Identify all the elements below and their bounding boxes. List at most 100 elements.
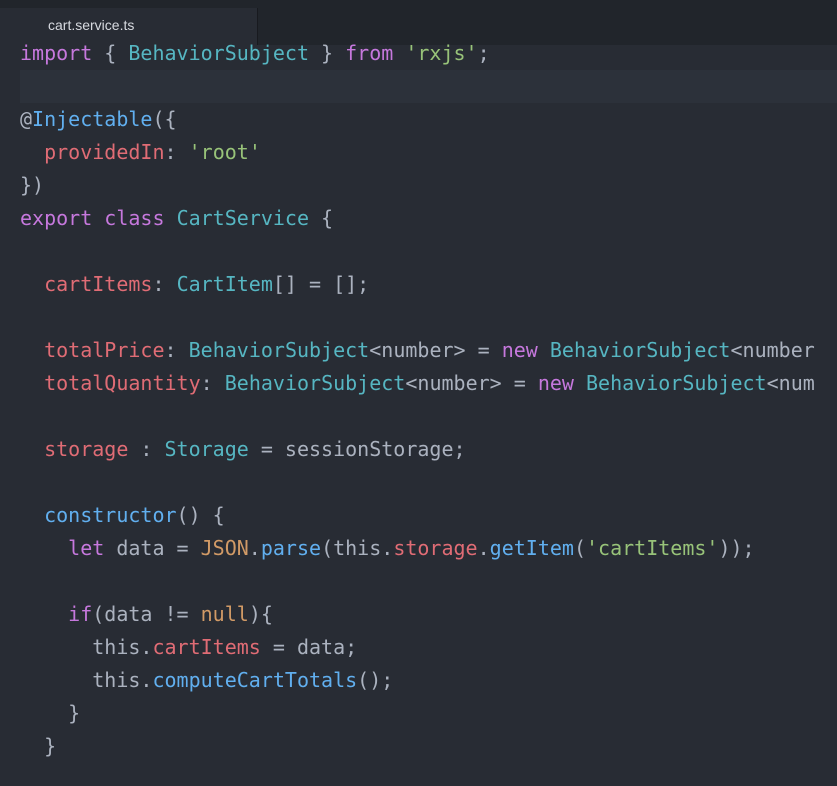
code-line: import { BehaviorSubject } from 'rxjs'; [20,37,490,70]
code-token: import [20,41,93,65]
code-token: BehaviorSubject [188,338,370,362]
code-token: (); [357,668,394,692]
code-token: . [248,536,261,560]
code-line: totalPrice: BehaviorSubject<number> = ne… [20,334,815,367]
code-token: )); [718,536,755,560]
code-token: : [128,437,165,461]
code-token: cartItems [152,635,261,659]
code-token: <number> = [369,338,502,362]
code-token: 'rxjs' [405,41,478,65]
code-token: Storage [164,437,249,461]
code-token: BehaviorSubject [224,371,406,395]
code-token: CartService [176,206,310,230]
code-token: totalPrice [44,338,165,362]
code-line: export class CartService { [20,202,333,235]
code-line: if(data != null){ [20,598,273,631]
code-token: constructor [44,503,177,527]
code-token: CartItem [176,272,273,296]
code-line: this.cartItems = data; [20,631,357,664]
code-token: parse [260,536,322,560]
code-token: }) [20,173,45,197]
code-token: . [477,536,490,560]
code-token: JSON [200,536,249,560]
code-line: totalQuantity: BehaviorSubject<number> =… [20,367,815,400]
code-token: (this. [321,536,394,560]
code-editor-window: cart.service.ts import { BehaviorSubject… [0,0,837,786]
code-token: = data; [260,635,358,659]
code-token: : [152,272,177,296]
code-token: <num [766,371,815,395]
code-token: cartItems [44,272,153,296]
code-token: @ [20,107,33,131]
code-token: this. [20,635,153,659]
code-line: } [20,697,80,730]
code-token: new [537,371,574,395]
code-line: }) [20,169,44,202]
code-token: Injectable [32,107,153,131]
code-token: <number [730,338,815,362]
code-token: : [200,371,225,395]
code-token: : [164,338,189,362]
code-line: this.computeCartTotals(); [20,664,393,697]
code-token: { [309,206,334,230]
code-token: computeCartTotals [152,668,358,692]
code-line: let data = JSON.parse(this.storage.getIt… [20,532,755,565]
code-line: } [20,730,56,763]
code-token: <number> = [405,371,538,395]
code-line: storage : Storage = sessionStorage; [20,433,466,466]
code-token: ){ [248,602,273,626]
code-token: data = [104,536,201,560]
code-token: ( [573,536,586,560]
code-token: let [68,536,105,560]
code-editor[interactable]: import { BehaviorSubject } from 'rxjs'; @… [0,37,837,786]
code-token: storage [393,536,478,560]
code-token: (data != [92,602,201,626]
code-line: constructor() { [20,499,225,532]
code-token: if [68,602,93,626]
code-token: class [104,206,165,230]
code-token: this. [20,668,153,692]
code-token: storage [44,437,129,461]
code-token: new [501,338,538,362]
code-token: } [20,734,57,758]
code-token: getItem [489,536,574,560]
current-line-highlight [20,70,837,103]
code-token: BehaviorSubject [549,338,731,362]
code-token: null [200,602,249,626]
code-token: ({ [152,107,177,131]
tab-label: cart.service.ts [48,17,135,33]
code-token: totalQuantity [44,371,201,395]
code-token: ; [477,41,490,65]
code-line: @Injectable({ [20,103,177,136]
code-token: 'root' [188,140,261,164]
code-token: { [92,41,129,65]
code-line: cartItems: CartItem[] = []; [20,268,369,301]
code-token: BehaviorSubject [128,41,309,65]
code-token: } [20,701,81,725]
code-token: 'cartItems' [586,536,719,560]
code-token: providedIn [44,140,165,164]
code-token: = sessionStorage; [248,437,466,461]
code-token: from [345,41,394,65]
code-token: BehaviorSubject [585,371,767,395]
code-line: providedIn: 'root' [20,136,261,169]
title-strip [0,0,837,8]
code-token: () { [176,503,225,527]
code-token: [] = []; [272,272,370,296]
code-token: } [309,41,346,65]
code-token: : [164,140,189,164]
code-token: export [20,206,93,230]
